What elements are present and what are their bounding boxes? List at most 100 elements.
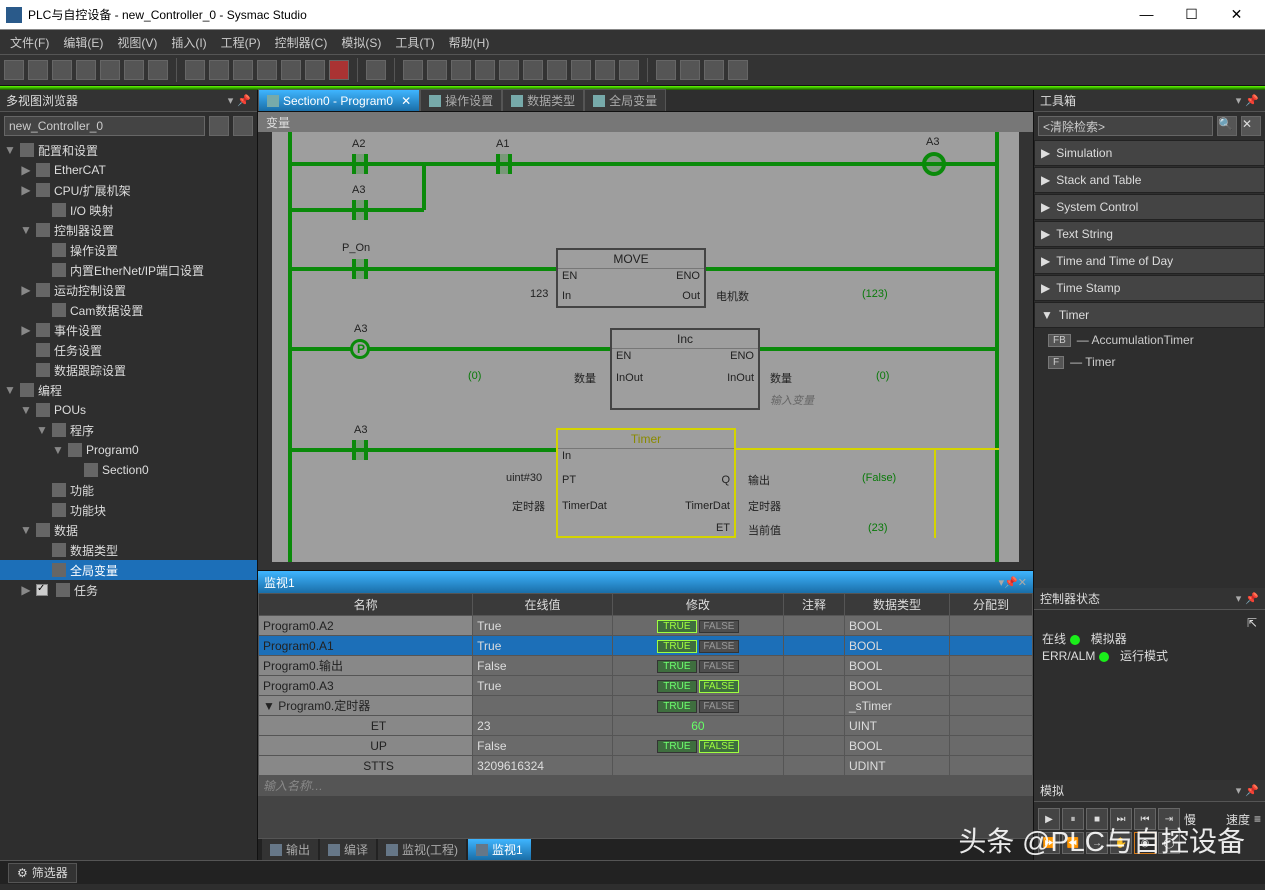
toolbox-category[interactable]: ▼Timer [1034, 302, 1265, 328]
toolbox-category[interactable]: ▶System Control [1034, 194, 1265, 220]
menu-item[interactable]: 控制器(C) [269, 32, 334, 53]
tool-icon[interactable] [366, 60, 386, 80]
editor-tab[interactable]: 数据类型 [502, 89, 584, 111]
sim-btn[interactable]: ⏩ [1038, 832, 1060, 854]
menu-item[interactable]: 模拟(S) [335, 32, 387, 53]
pin-icon[interactable]: 📌 [1004, 576, 1018, 589]
collapse-icon[interactable] [233, 116, 253, 136]
tool-icon[interactable] [281, 60, 301, 80]
stop-icon[interactable] [329, 60, 349, 80]
menu-item[interactable]: 视图(V) [111, 32, 163, 53]
bottom-tab[interactable]: 输出 [262, 839, 318, 860]
tree-item[interactable]: ▶任务 [0, 580, 257, 600]
tool-icon[interactable] [427, 60, 447, 80]
fb-inc[interactable]: Inc EN ENO InOut InOut [610, 328, 760, 410]
close-icon[interactable]: ✕ [401, 94, 411, 108]
watch-row[interactable]: Program0.A3TrueTRUEFALSEBOOL [259, 676, 1033, 696]
toolbox-category[interactable]: ▶Stack and Table [1034, 167, 1265, 193]
delete-icon[interactable] [76, 60, 96, 80]
editor-tab[interactable]: Section0 - Program0✕ [258, 89, 420, 111]
tool-icon[interactable] [451, 60, 471, 80]
contact-a3-p[interactable] [350, 339, 370, 359]
tree-item[interactable]: ▼控制器设置 [0, 220, 257, 240]
paste-icon[interactable] [52, 60, 72, 80]
speed-config-icon[interactable]: ≡ [1254, 812, 1261, 826]
sim-btn[interactable]: ✋ [1110, 832, 1132, 854]
controller-select[interactable] [4, 116, 205, 136]
dropdown-icon[interactable]: ▾ [228, 94, 234, 107]
menu-item[interactable]: 帮助(H) [443, 32, 496, 53]
tree-item[interactable]: ▼程序 [0, 420, 257, 440]
cut-icon[interactable] [4, 60, 24, 80]
tool-icon[interactable] [403, 60, 423, 80]
tool-icon[interactable] [257, 60, 277, 80]
tree-item[interactable]: 操作设置 [0, 240, 257, 260]
tool-icon[interactable] [571, 60, 591, 80]
tool-icon[interactable] [209, 60, 229, 80]
step-icon[interactable]: ⏭ [1110, 808, 1132, 830]
tree-item[interactable]: Section0 [0, 460, 257, 480]
dropdown-icon[interactable]: ▾ [1236, 784, 1242, 797]
bottom-tab[interactable]: 编译 [320, 839, 376, 860]
dropdown-icon[interactable]: ▾ [1236, 592, 1242, 605]
expand-icon[interactable] [209, 116, 229, 136]
toolbox-item[interactable]: F — Timer [1034, 351, 1265, 373]
sim-btn[interactable]: ◉ [1134, 832, 1156, 854]
minimize-button[interactable]: — [1124, 6, 1169, 23]
watch-row[interactable]: ET2360UINT [259, 716, 1033, 736]
step-icon[interactable]: ⇥ [1158, 808, 1180, 830]
watch-row[interactable]: STTS3209616324UDINT [259, 756, 1033, 776]
tree-item[interactable]: ▶EtherCAT [0, 160, 257, 180]
variable-band[interactable]: 变量 [258, 112, 1033, 132]
tree-item[interactable]: Cam数据设置 [0, 300, 257, 320]
tree-item[interactable]: ▶运动控制设置 [0, 280, 257, 300]
menu-item[interactable]: 工程(P) [215, 32, 267, 53]
editor-tab[interactable]: 操作设置 [420, 89, 502, 111]
pin-icon[interactable]: 📌 [1245, 94, 1259, 107]
menu-item[interactable]: 插入(I) [165, 32, 212, 53]
filter-button[interactable]: ⚙筛选器 [8, 863, 77, 883]
watch-table[interactable]: 名称在线值修改注释数据类型分配到Program0.A2TrueTRUEFALSE… [258, 593, 1033, 796]
tree-item[interactable]: 全局变量 [0, 560, 257, 580]
zoom-reset-icon[interactable] [728, 60, 748, 80]
redo-icon[interactable] [124, 60, 144, 80]
pin-icon[interactable]: 📌 [1245, 784, 1259, 797]
save-icon[interactable] [148, 60, 168, 80]
bottom-tab[interactable]: 监视(工程) [378, 839, 466, 860]
tree-item[interactable]: ▶CPU/扩展机架 [0, 180, 257, 200]
tool-icon[interactable] [619, 60, 639, 80]
tool-icon[interactable] [475, 60, 495, 80]
editor-tab[interactable]: 全局变量 [584, 89, 666, 111]
tree-item[interactable]: 功能 [0, 480, 257, 500]
tool-icon[interactable] [185, 60, 205, 80]
toolbox-item[interactable]: FB — AccumulationTimer [1034, 329, 1265, 351]
toolbox-category[interactable]: ▶Text String [1034, 221, 1265, 247]
toolbox-category[interactable]: ▶Simulation [1034, 140, 1265, 166]
undo-icon[interactable] [100, 60, 120, 80]
project-tree[interactable]: ▼配置和设置▶EtherCAT▶CPU/扩展机架I/O 映射▼控制器设置操作设置… [0, 140, 257, 860]
contact-a1[interactable] [496, 154, 512, 174]
contact-a3[interactable] [352, 200, 368, 220]
fb-timer[interactable]: Timer In PT Q TimerDat TimerDat ET [556, 428, 736, 538]
dropdown-icon[interactable]: ▾ [1236, 94, 1242, 107]
stop-icon[interactable]: ■ [1086, 808, 1108, 830]
tree-item[interactable]: ▶事件设置 [0, 320, 257, 340]
sim-btn[interactable]: ⏪ [1062, 832, 1084, 854]
tree-item[interactable]: 数据跟踪设置 [0, 360, 257, 380]
tool-icon[interactable] [595, 60, 615, 80]
tree-item[interactable]: 内置EtherNet/IP端口设置 [0, 260, 257, 280]
tool-icon[interactable] [499, 60, 519, 80]
pin-icon[interactable]: 📌 [237, 94, 251, 107]
tool-icon[interactable] [233, 60, 253, 80]
tree-item[interactable]: ▼数据 [0, 520, 257, 540]
watch-row[interactable]: Program0.输出FalseTRUEFALSEBOOL [259, 656, 1033, 676]
watch-row[interactable]: Program0.A2TrueTRUEFALSEBOOL [259, 616, 1033, 636]
zoom-in-icon[interactable] [680, 60, 700, 80]
contact-pon[interactable] [352, 259, 368, 279]
maximize-button[interactable]: ☐ [1169, 6, 1214, 23]
copy-icon[interactable] [28, 60, 48, 80]
fb-move[interactable]: MOVE EN ENO In Out [556, 248, 706, 308]
zoom-out-icon[interactable] [704, 60, 724, 80]
tool-icon[interactable] [547, 60, 567, 80]
toolbox-category[interactable]: ▶Time and Time of Day [1034, 248, 1265, 274]
